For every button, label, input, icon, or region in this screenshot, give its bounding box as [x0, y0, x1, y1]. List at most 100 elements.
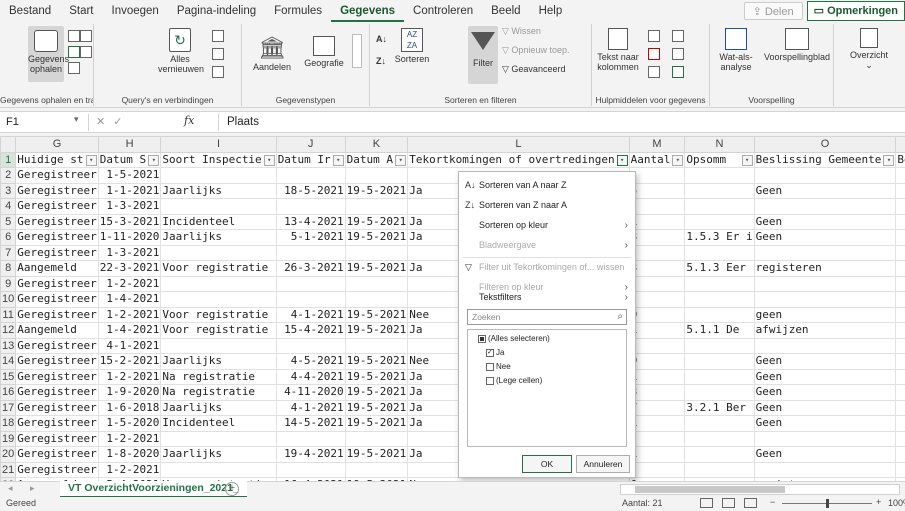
table-cell[interactable] — [684, 430, 755, 447]
header-cell-handling[interactable]: Beha — [895, 151, 905, 168]
page-break-icon[interactable] — [744, 498, 757, 508]
tab-controleren[interactable]: Controleren — [404, 0, 482, 22]
table-cell[interactable] — [895, 430, 905, 447]
filter-option-nee[interactable]: Nee — [486, 361, 511, 374]
table-cell[interactable] — [895, 167, 905, 184]
edit-links-icon[interactable] — [212, 66, 224, 78]
table-cell[interactable]: 5.1.1 De — [684, 322, 755, 339]
advanced-filter-button[interactable]: ▽ Geavanceerd — [502, 64, 565, 75]
table-cell[interactable] — [344, 461, 409, 478]
column-header-g[interactable]: G — [15, 136, 99, 153]
table-cell[interactable]: Geregistreer — [15, 167, 99, 184]
header-cell-listing[interactable]: Opsomm ▾ — [684, 151, 755, 168]
row-header[interactable]: 1 — [0, 151, 17, 168]
table-cell[interactable] — [895, 306, 905, 323]
table-cell[interactable]: afwijzen — [753, 322, 897, 339]
tab-invoegen[interactable]: Invoegen — [103, 0, 168, 22]
table-cell[interactable]: 14-5-2021 — [275, 415, 346, 432]
table-cell[interactable]: 22-3-2021 — [97, 260, 162, 277]
table-cell[interactable]: 3 — [628, 260, 686, 277]
table-cell[interactable] — [895, 213, 905, 230]
table-cell[interactable]: 1-4-2021 — [97, 322, 162, 339]
table-cell[interactable] — [344, 167, 409, 184]
table-cell[interactable]: Incidenteel — [160, 415, 277, 432]
table-cell[interactable]: 5.1.3 Eer — [684, 260, 755, 277]
table-cell[interactable]: 4-1-2021 — [275, 399, 346, 416]
table-cell[interactable] — [160, 275, 277, 292]
what-if-button[interactable]: Wat-als-analyse — [712, 28, 760, 72]
text-to-columns-button[interactable]: Tekst naar kolommen — [594, 28, 642, 72]
filter-dropdown-button[interactable]: ▾ — [332, 154, 344, 166]
row-header[interactable]: 21 — [0, 461, 17, 478]
table-cell[interactable] — [275, 430, 346, 447]
filter-dropdown-button[interactable]: ▾ — [148, 154, 160, 166]
checkbox[interactable] — [486, 362, 494, 371]
table-cell[interactable]: 1.5.3 Er i — [684, 229, 755, 246]
table-cell[interactable]: Geregistreer — [15, 337, 99, 354]
row-header[interactable]: 19 — [0, 430, 17, 447]
table-cell[interactable] — [684, 353, 755, 370]
cancel-button[interactable]: Annuleren — [576, 455, 630, 473]
row-header[interactable]: 15 — [0, 368, 17, 385]
table-cell[interactable] — [684, 446, 755, 463]
row-header[interactable]: 9 — [0, 275, 17, 292]
table-cell[interactable]: 1 — [628, 415, 686, 432]
column-header-k[interactable]: K — [344, 136, 409, 153]
table-cell[interactable] — [628, 198, 686, 215]
table-cell[interactable]: Geen — [753, 229, 897, 246]
filter-option-select-all[interactable]: (Alles selecteren) — [478, 333, 550, 346]
column-header-l[interactable]: L — [407, 136, 630, 153]
header-cell-decision[interactable]: Beslissing Gemeente ▾ — [753, 151, 897, 168]
zoom-in-icon[interactable]: + — [876, 497, 881, 507]
table-cell[interactable] — [895, 337, 905, 354]
table-cell[interactable]: Geen — [753, 213, 897, 230]
table-cell[interactable]: 1 — [628, 368, 686, 385]
existing-connections-icon[interactable] — [68, 62, 80, 74]
table-cell[interactable]: Geen — [753, 384, 897, 401]
table-cell[interactable]: 15-4-2021 — [275, 322, 346, 339]
sort-button[interactable]: AZ ZA Sorteren — [394, 28, 430, 64]
table-cell[interactable] — [684, 368, 755, 385]
data-validation-icon[interactable] — [648, 66, 660, 78]
table-cell[interactable] — [684, 198, 755, 215]
row-header[interactable]: 7 — [0, 244, 17, 261]
row-header[interactable]: 17 — [0, 399, 17, 416]
table-cell[interactable] — [753, 291, 897, 308]
table-cell[interactable]: 19-5-2021 — [344, 306, 409, 323]
table-cell[interactable] — [344, 275, 409, 292]
table-cell[interactable] — [275, 275, 346, 292]
row-header[interactable]: 13 — [0, 337, 17, 354]
table-cell[interactable] — [160, 291, 277, 308]
row-header[interactable]: 20 — [0, 446, 17, 463]
table-cell[interactable] — [895, 399, 905, 416]
table-cell[interactable] — [895, 415, 905, 432]
datatypes-gallery-scroll[interactable] — [352, 34, 362, 68]
share-button[interactable]: ⇪ Delen — [743, 2, 803, 20]
table-cell[interactable]: 19-5-2021 — [344, 415, 409, 432]
table-cell[interactable]: 1-3-2021 — [97, 244, 162, 261]
header-cell-status[interactable]: Huidige st ▾ — [15, 151, 99, 168]
filter-dropdown-button[interactable]: ▾ — [395, 154, 407, 166]
table-cell[interactable] — [684, 275, 755, 292]
table-cell[interactable] — [753, 198, 897, 215]
table-cell[interactable] — [753, 244, 897, 261]
table-cell[interactable] — [160, 244, 277, 261]
text-filters-menu-item[interactable]: Tekstfilters › — [459, 288, 635, 307]
table-cell[interactable] — [684, 415, 755, 432]
forecast-sheet-button[interactable]: Voorspellingblad — [762, 28, 832, 62]
filter-dropdown-button[interactable]: ▾ — [616, 154, 628, 166]
table-cell[interactable] — [160, 337, 277, 354]
relationships-icon[interactable] — [672, 48, 684, 60]
column-header-p[interactable] — [895, 136, 905, 153]
table-cell[interactable]: 3 — [628, 384, 686, 401]
next-sheet-icon[interactable]: ▸ — [30, 483, 35, 494]
table-cell[interactable]: 1-2-2021 — [97, 461, 162, 478]
table-cell[interactable]: Na registratie — [160, 384, 277, 401]
tab-formules[interactable]: Formules — [265, 0, 331, 22]
table-cell[interactable] — [895, 446, 905, 463]
filter-option-ja[interactable]: Ja — [486, 347, 504, 360]
table-cell[interactable]: Na registratie — [160, 368, 277, 385]
recent-sources-icon[interactable] — [80, 46, 92, 58]
tab-bestand[interactable]: Bestand — [0, 0, 60, 22]
table-cell[interactable]: Jaarlijks — [160, 182, 277, 199]
